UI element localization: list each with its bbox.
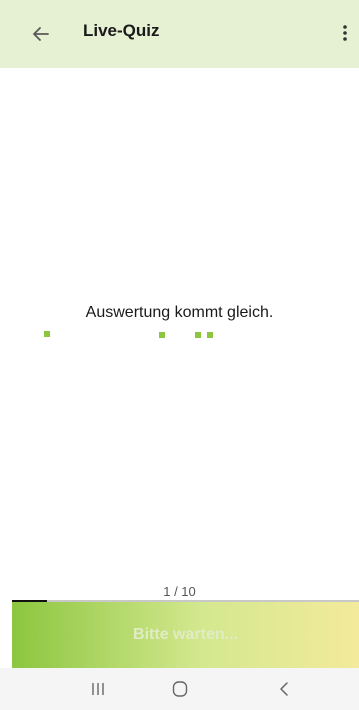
system-back-icon — [280, 682, 288, 696]
system-nav-bar — [0, 668, 359, 710]
app-bar: Live-Quiz — [0, 0, 359, 68]
status-message: Auswertung kommt gleich. — [85, 304, 274, 321]
page-title: Live-Quiz — [83, 21, 160, 40]
loading-dot — [207, 332, 213, 338]
recents-icon — [92, 683, 104, 695]
wait-button[interactable]: Bitte warten... — [12, 602, 359, 668]
loading-dot — [44, 331, 50, 337]
more-vertical-icon[interactable] — [336, 18, 354, 48]
home-icon — [172, 681, 188, 697]
arrow-left-icon[interactable] — [26, 19, 56, 49]
question-counter: 1 / 10 — [163, 584, 196, 599]
loading-dot — [159, 332, 165, 338]
loading-dot — [195, 332, 201, 338]
system-back-button[interactable] — [254, 668, 314, 710]
home-button[interactable] — [150, 668, 210, 710]
recents-button[interactable] — [68, 668, 128, 710]
